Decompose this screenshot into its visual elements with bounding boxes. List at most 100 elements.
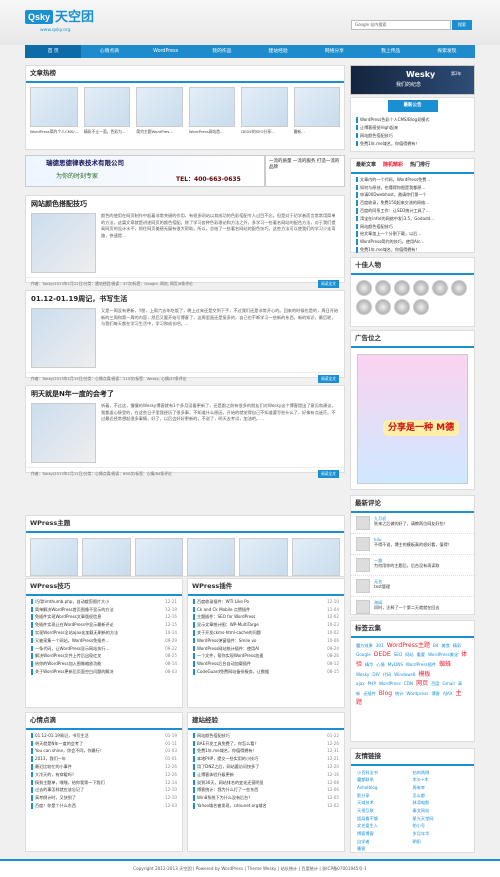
friend-link[interactable]: 秦文网站 <box>413 808 469 814</box>
list-item-title[interactable]: 网站颜色搭配技巧 <box>360 133 393 139</box>
list-item[interactable]: 让博客感觉High起来 <box>356 124 469 131</box>
list-item-title[interactable]: WordPress弹窗插件：Smile vo <box>197 638 256 644</box>
list-item[interactable]: 一个文件，帮你实现WordPress加速 08-26 <box>193 653 339 659</box>
post-image[interactable] <box>31 213 96 274</box>
list-item-title[interactable]: 实现WordPress全站ajax化加载无刷新的方法 <box>35 630 118 636</box>
nav-wordpress[interactable]: WordPress <box>138 45 194 58</box>
tag-link[interactable]: DIV <box>372 672 379 677</box>
friend-link[interactable]: 林湾电影 <box>413 800 469 806</box>
list-item[interactable]: 实现WordPress全站ajax化加载无刷新的方法 10-14 <box>31 630 177 636</box>
list-item[interactable]: 主题插件：SEO for WordPress 12-02 <box>193 614 339 620</box>
tag-link[interactable]: Gmail <box>442 681 454 686</box>
list-item[interactable]: Ck and Ck Mobile 点赞插件 12-04 <box>193 606 339 613</box>
list-item[interactable]: 大冷天的，有穿暖吗？ 12-26 <box>31 771 177 778</box>
friend-link[interactable]: 文艺爱生人 <box>357 823 413 829</box>
post-title[interactable]: 01.12-01.19周记，书写生活 <box>26 291 344 308</box>
list-item[interactable]: 高考倒计时，又快到了 12-10 <box>31 795 177 801</box>
theme-thumb[interactable] <box>82 537 131 576</box>
comment-item[interactable]: 无名 test管理 <box>351 576 474 597</box>
nav-mood[interactable]: 心情点滴 <box>81 45 137 58</box>
tab-hot[interactable]: 热门排行 <box>410 162 430 169</box>
tag-link[interactable]: 无插件 <box>363 691 376 696</box>
friend-link[interactable]: 墨客 <box>357 846 413 852</box>
list-item-title[interactable]: 免插件实现让在WordPress中显示最新评论 <box>35 622 114 628</box>
list-item[interactable]: 本地PHP，提交一些实用的小技巧 12-21 <box>193 756 339 762</box>
list-item[interactable]: Yahoo域名被发现，cdnunet.org域名 12-02 <box>193 803 339 809</box>
list-item-title[interactable]: WordPress网站统计插件：使用AI <box>197 646 259 652</box>
list-item-title[interactable]: 解决WordPress文件上传后出现红叉 <box>35 653 101 659</box>
tag-link[interactable]: 魔方效果 <box>356 643 373 648</box>
friend-link[interactable]: 岁月年华 <box>413 831 469 837</box>
list-item[interactable]: 简单解决WordPress首页图像不显示的方法 12-19 <box>31 606 177 613</box>
tag-link[interactable]: 百度 <box>431 681 439 686</box>
list-item-title[interactable]: BAE开发工具免费了，你怎么看？ <box>197 741 258 747</box>
tag-link[interactable]: 模板 <box>419 671 431 678</box>
list-item[interactable]: WordPress弹窗插件：Smile vo 10-06 <box>193 637 339 644</box>
list-item[interactable]: 网站颜色搭配技巧 <box>356 223 469 230</box>
list-item[interactable]: 免费1年.me域名，你值得拥有！ 12-31 <box>193 748 339 754</box>
list-item-title[interactable]: Ck and Ck Mobile 点赞插件 <box>197 607 250 613</box>
list-item[interactable]: 免费1年.me域名，你值得拥有！ <box>356 247 469 253</box>
list-item[interactable]: 明天就是N年一度的会考了 01-11 <box>31 740 177 747</box>
theme-thumb[interactable] <box>134 537 183 576</box>
friend-link[interactable]: 周有幸 <box>413 785 469 791</box>
tag-link[interactable]: WordPress美化 <box>428 652 458 657</box>
read-more-button[interactable]: 阅读全文 <box>317 280 339 288</box>
list-item[interactable]: CodeGuard免费网站备份服务，让数据 08-15 <box>193 669 339 675</box>
tag-link[interactable]: ajax <box>356 681 365 686</box>
list-item-title[interactable]: CodeGuard免费网站备份服务，让数据 <box>197 669 269 675</box>
tag-link[interactable]: 心情 <box>376 662 384 667</box>
tag-link[interactable]: Wesky <box>356 672 369 677</box>
list-item[interactable]: WordPress网站统计插件：使用AI 09-24 <box>193 645 339 652</box>
tag-link[interactable]: MyDNS <box>388 662 403 667</box>
list-item-title[interactable]: 如何与原创，也懂得你图是我都原... <box>360 185 425 191</box>
list-item-title[interactable]: Yahoo域名被发现，cdnunet.org域名 <box>197 803 267 809</box>
list-item-title[interactable]: 关于WordPress更新后页面空白问题的解决 <box>35 669 114 675</box>
list-item[interactable]: 关于开发ckms-html-cache的问题 10-02 <box>193 630 339 636</box>
list-item[interactable]: 网站颜色搭配技巧 01-22 <box>193 732 339 739</box>
list-item-title[interactable]: 让博客感觉High起来 <box>360 125 398 131</box>
comment-item[interactable]: 海阔 同时，注释了一个第二天就就在回去 <box>351 597 474 618</box>
ad-banner-right[interactable]: 一流的质量 一流的服务 打造一流的品牌 <box>265 155 345 187</box>
list-item-title[interactable]: 一个文件，帮你实现WordPress加速 <box>197 653 263 659</box>
nav-share[interactable]: 网络分享 <box>306 45 362 58</box>
list-item[interactable]: 如何与原创，也懂得你图是我都原... <box>356 184 469 191</box>
post-image[interactable] <box>31 403 96 464</box>
tag-link[interactable]: WordPress <box>379 681 401 686</box>
nav-works[interactable]: 我的作品 <box>194 45 250 58</box>
friend-link[interactable]: 自学者 <box>357 839 413 845</box>
list-item-title[interactable]: 给你的WordPress加入图像缩放功能 <box>35 661 101 667</box>
avatar[interactable] <box>394 279 410 296</box>
comment-item[interactable]: 九月初 秋来之后做的好了，请教两位网友好些！ <box>351 513 474 534</box>
list-item-title[interactable]: Win8系统下为什么没有后台？ <box>197 795 252 801</box>
list-item-title[interactable]: 文章内的一个代码，WordPress免费... <box>360 177 430 183</box>
list-item[interactable]: 一条代码，让WordPress显示网站执行... 09-22 <box>31 645 177 652</box>
friend-link[interactable]: 天视互联 <box>357 808 413 814</box>
tag-link[interactable]: 精华 <box>365 662 373 667</box>
hot-item[interactable]: 精彩不止一面，色彩为... <box>84 86 131 134</box>
list-item-title[interactable]: 免插件实现WordPress文章版权信息 <box>35 614 101 620</box>
ad-side-image[interactable]: 分享是一种 M德 <box>357 353 468 484</box>
tag-link[interactable]: CDN <box>404 681 413 686</box>
hot-item[interactable]: WordPress网站首... <box>188 86 236 134</box>
tag-link[interactable]: 网站 <box>405 652 413 657</box>
list-item[interactable]: WordPress色彩个人CMS/Blog双模式 <box>356 117 469 123</box>
list-item-title[interactable]: 申请00Dwebhost，邀请你们第一个 <box>360 192 427 198</box>
list-item[interactable]: 巧用timthumb.php，自动裁剪图片大小 12-21 <box>31 598 177 605</box>
tag-link[interactable]: Windows8 <box>394 672 415 677</box>
friend-link[interactable]: 天域技术 <box>357 800 413 806</box>
list-item[interactable]: Win8系统下为什么没有后台？ 12-05 <box>193 795 339 801</box>
list-item-title[interactable]: WordPress色彩个人CMS/Blog双模式 <box>360 117 429 123</box>
comment-item[interactable]: lulu 不得不说，博主的模板真的很好看，值得！ <box>351 534 474 555</box>
list-item-title[interactable]: 湾宝在info(的网络中发)3.5，Godadd... <box>360 216 434 222</box>
list-item-title[interactable]: 免费1年.me域名，你值得拥有！ <box>197 748 257 754</box>
site-logo[interactable]: Qsky 天空团 <box>25 8 94 26</box>
list-item[interactable]: 用了DNZ之后，网站要访问快多了 12-20 <box>193 764 339 770</box>
list-item[interactable]: You can shine，你会不同，你最行！ 01-03 <box>31 748 177 754</box>
theme-thumb[interactable] <box>186 537 236 576</box>
avatar[interactable] <box>375 298 391 315</box>
tag-link[interactable]: B4 <box>433 643 439 648</box>
tag-link[interactable]: 重要 <box>417 652 425 657</box>
list-item[interactable]: 百度的同系工作：让SEO统计工具了... <box>356 208 469 214</box>
list-item[interactable]: 百度收录插件：WTI Like Po 12-10 <box>193 598 339 605</box>
